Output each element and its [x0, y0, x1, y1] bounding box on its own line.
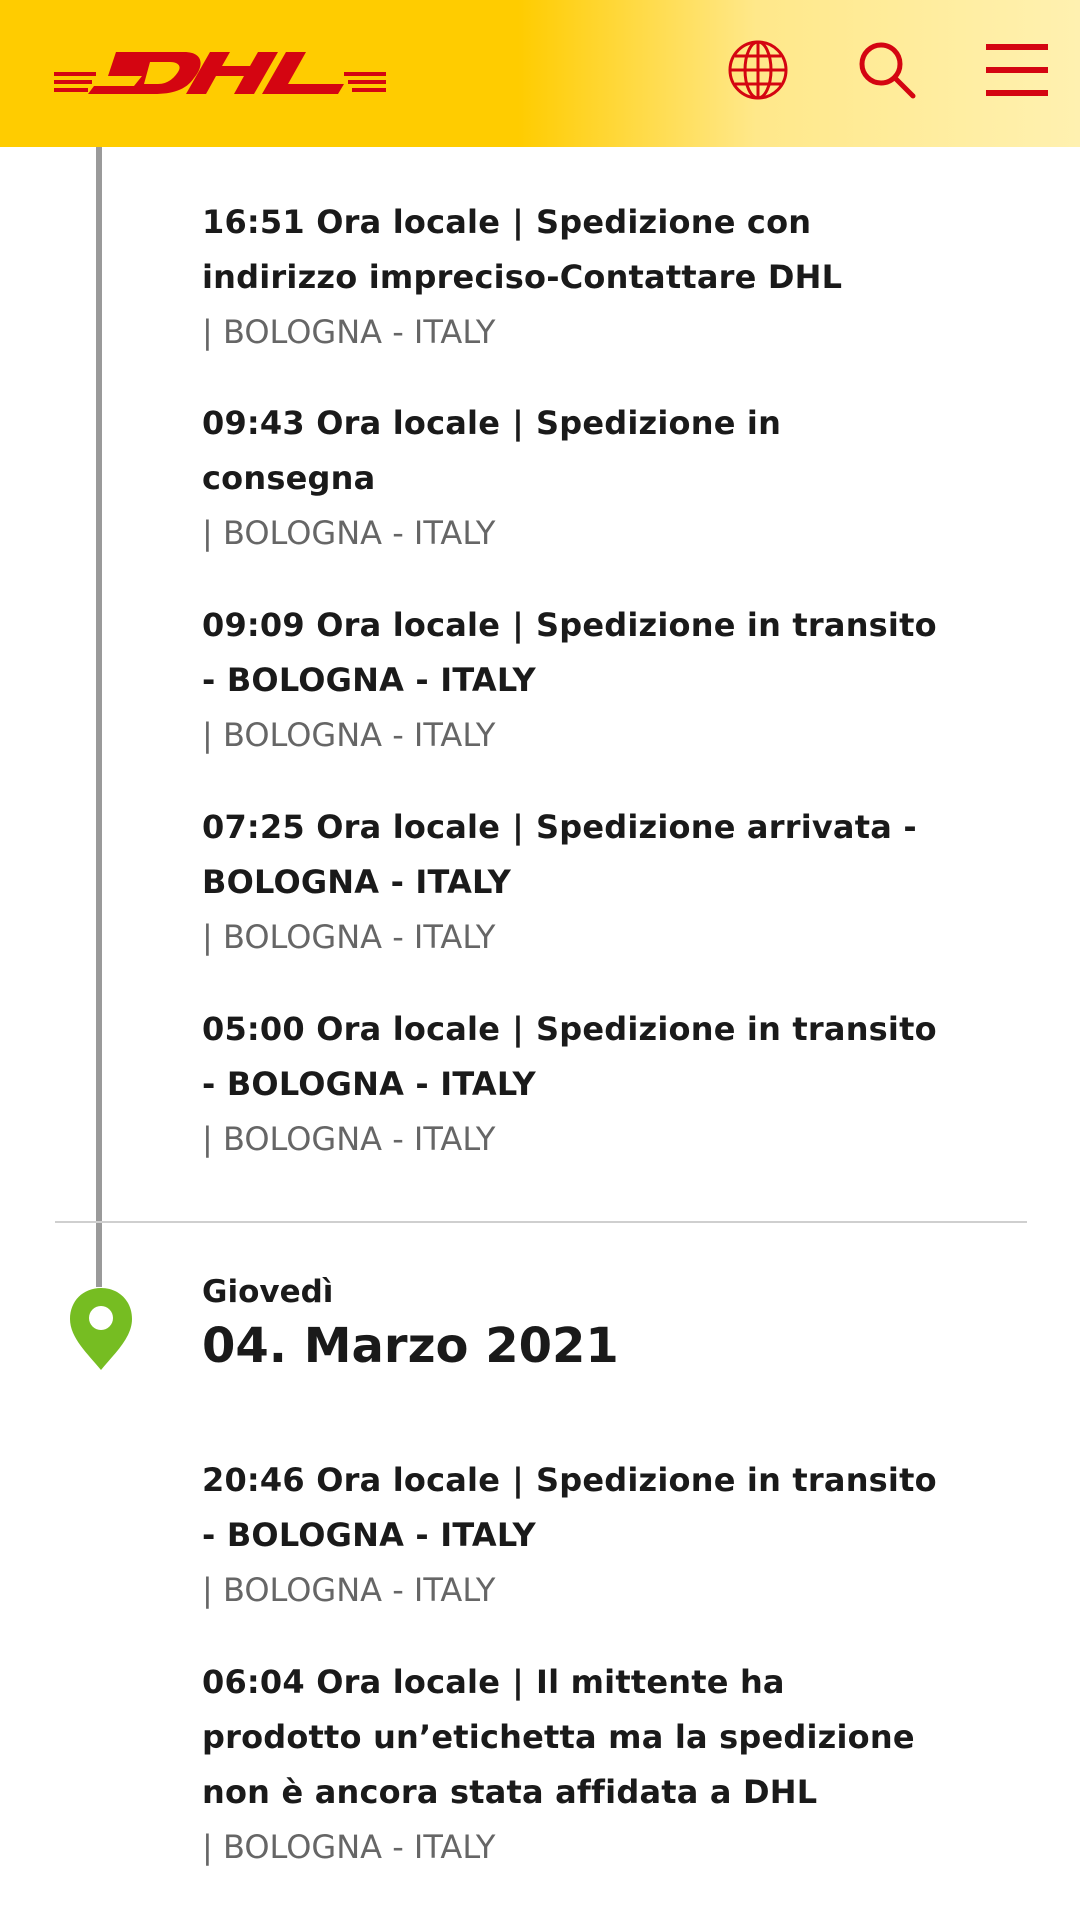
- event-time: 16:51 Ora locale: [202, 203, 501, 241]
- event-separator: |: [512, 1010, 524, 1048]
- event-location: | BOLOGNA - ITALY: [202, 918, 496, 956]
- event-time: 09:43 Ora locale: [202, 404, 501, 442]
- event-time: 07:25 Ora locale: [202, 808, 501, 846]
- day-weekday: Giovedì: [202, 1274, 334, 1310]
- tracking-event: 09:43 Ora locale | Spedizione in consegna …: [202, 396, 942, 561]
- event-description: 09:43 Ora locale | Spedizione in consegna: [202, 396, 942, 506]
- event-description: 20:46 Ora locale | Spedizione in transito …: [202, 1453, 942, 1563]
- event-separator: |: [512, 404, 524, 442]
- top-header: [0, 0, 1080, 147]
- menu-icon[interactable]: [984, 38, 1050, 102]
- day-divider: [55, 1221, 1027, 1223]
- event-description: 07:25 Ora locale | Spedizione arrivata - B…: [202, 800, 942, 910]
- tracking-event: 05:00 Ora locale | Spedizione in transito …: [202, 1002, 942, 1167]
- event-time: 20:46 Ora locale: [202, 1461, 501, 1499]
- tracking-event: 09:09 Ora locale | Spedizione in transito …: [202, 598, 942, 763]
- event-location: | BOLOGNA - ITALY: [202, 514, 496, 552]
- event-description: 16:51 Ora locale | Spedizione con indirizz…: [202, 195, 942, 305]
- event-location: | BOLOGNA - ITALY: [202, 1828, 496, 1866]
- event-description: 05:00 Ora locale | Spedizione in transito …: [202, 1002, 942, 1112]
- dhl-logo[interactable]: [54, 46, 386, 100]
- event-location: | BOLOGNA - ITALY: [202, 1120, 496, 1158]
- tracking-event: 06:04 Ora locale | Il mittente ha prodotto…: [202, 1655, 942, 1875]
- tracking-event: 20:46 Ora locale | Spedizione in transito …: [202, 1453, 942, 1618]
- event-time: 09:09 Ora locale: [202, 606, 501, 644]
- event-separator: |: [512, 203, 524, 241]
- globe-icon[interactable]: [726, 38, 790, 102]
- event-separator: |: [512, 1461, 524, 1499]
- tracking-event: 07:25 Ora locale | Spedizione arrivata - B…: [202, 800, 942, 965]
- event-separator: |: [512, 1663, 524, 1701]
- event-separator: |: [512, 606, 524, 644]
- event-location: | BOLOGNA - ITALY: [202, 1571, 496, 1609]
- event-location: | BOLOGNA - ITALY: [202, 716, 496, 754]
- timeline-line: [96, 147, 102, 1287]
- search-icon[interactable]: [855, 38, 919, 102]
- event-time: 05:00 Ora locale: [202, 1010, 501, 1048]
- event-separator: |: [512, 808, 524, 846]
- event-location: | BOLOGNA - ITALY: [202, 313, 496, 351]
- location-pin-icon: [70, 1288, 132, 1370]
- day-date: 04. Marzo 2021: [202, 1318, 619, 1374]
- event-time: 06:04 Ora locale: [202, 1663, 501, 1701]
- event-description: 09:09 Ora locale | Spedizione in transito …: [202, 598, 942, 708]
- tracking-event: 16:51 Ora locale | Spedizione con indirizz…: [202, 195, 942, 360]
- event-description: 06:04 Ora locale | Il mittente ha prodotto…: [202, 1655, 942, 1820]
